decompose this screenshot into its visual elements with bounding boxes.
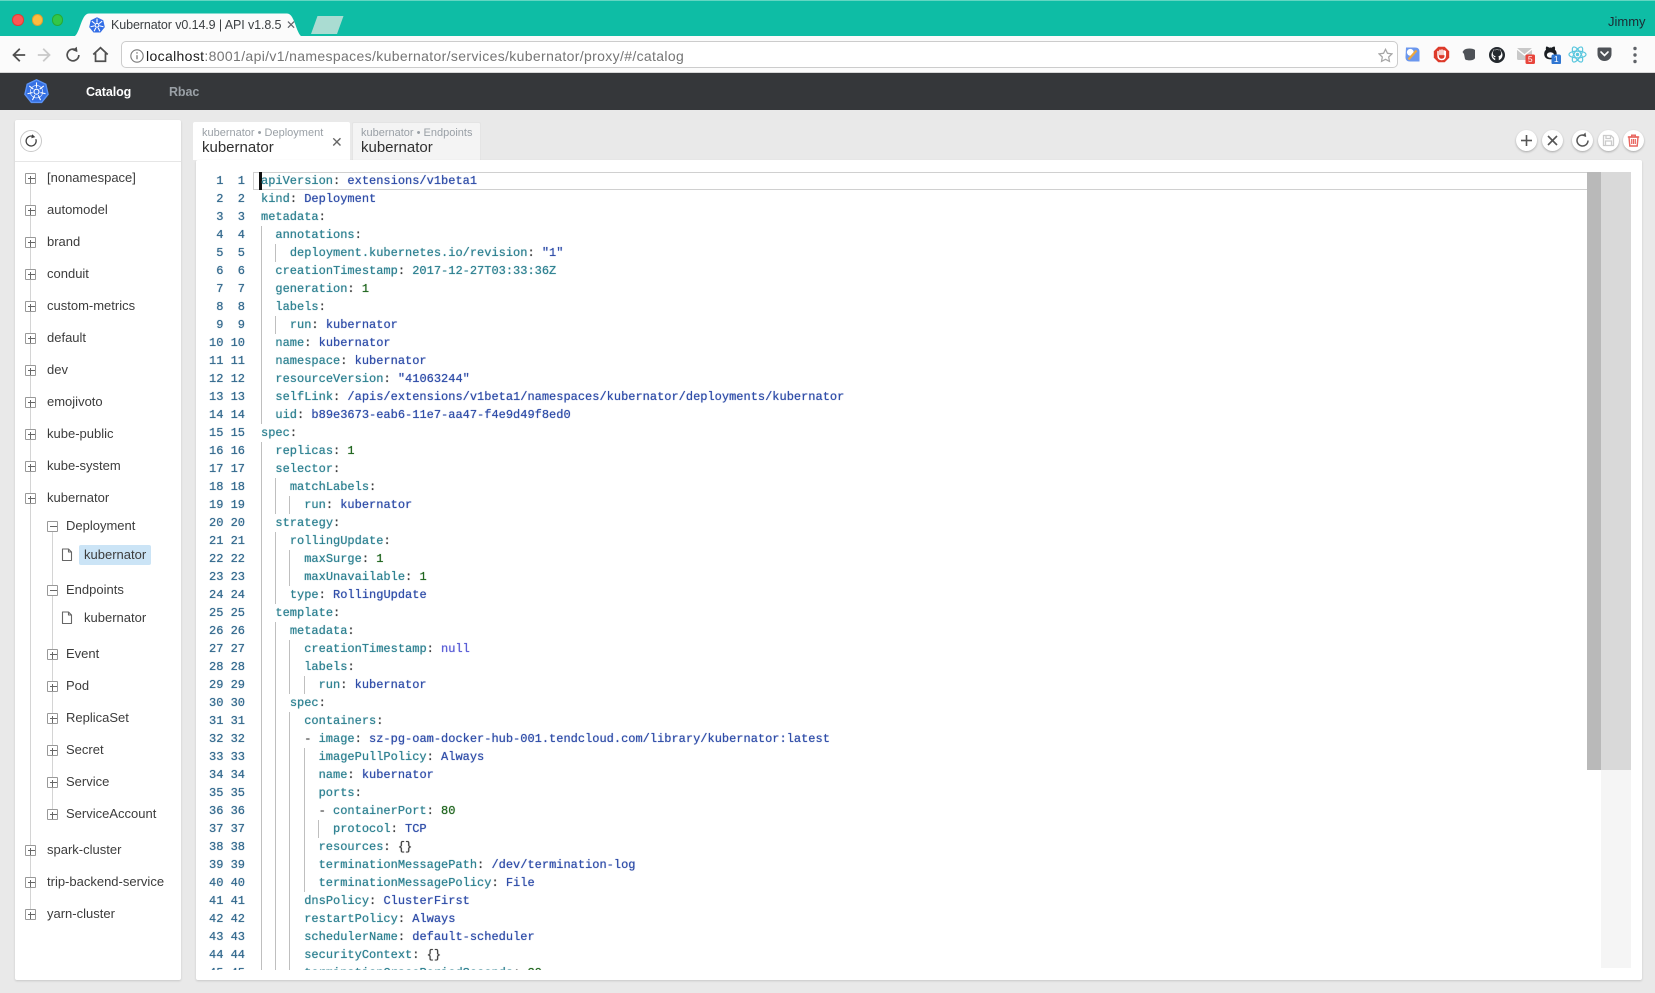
svg-text:1: 1	[1554, 54, 1559, 64]
svg-text:5: 5	[1528, 54, 1533, 64]
